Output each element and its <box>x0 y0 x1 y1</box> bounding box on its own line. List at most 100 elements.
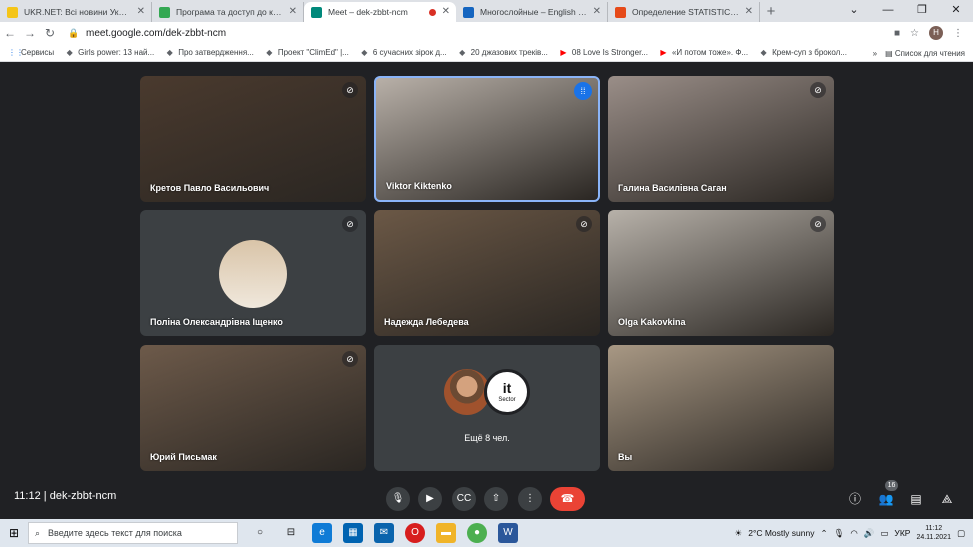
participant-name: Вы <box>618 452 633 462</box>
minimize-button[interactable]: — <box>871 0 905 22</box>
mic-muted-icon: ⊘ <box>342 351 358 367</box>
task-view-icon[interactable]: ⊟ <box>281 523 301 543</box>
participant-tile[interactable]: ⁞⁞ Viktor Kiktenko <box>374 76 600 202</box>
language-indicator[interactable]: УКР <box>894 528 910 538</box>
bookmark-item[interactable]: ◆ Girls power: 13 най... <box>65 48 155 57</box>
reading-list-button[interactable]: ▤ Список для чтения <box>885 49 965 58</box>
close-tab-icon[interactable]: ✕ <box>745 2 753 22</box>
file-explorer-icon[interactable]: ▬ <box>436 523 456 543</box>
more-options-button[interactable]: ⋮ <box>518 487 542 511</box>
avatar-logo-subtext: Sector <box>498 397 516 403</box>
captions-button[interactable]: CC <box>452 487 476 511</box>
people-icon: 👥 <box>878 492 894 506</box>
menu-kebab-icon[interactable]: ⋮ <box>953 28 963 39</box>
bookmark-item[interactable]: ◆ 6 сучасних зірок д... <box>360 48 446 57</box>
taskbar-date: 24.11.2021 <box>916 534 951 541</box>
browser-tab-strip: UKR.NET: Всі новини України, о ✕ Програма … <box>0 0 973 22</box>
url-field[interactable]: meet.google.com/dek-zbbt-ncm <box>86 28 894 39</box>
bookmark-item[interactable]: ▶ 08 Love Is Stronger... <box>559 48 648 57</box>
participants-button[interactable]: 👥 <box>876 489 896 509</box>
close-tab-icon[interactable]: ✕ <box>593 2 601 22</box>
close-window-button[interactable]: ✕ <box>939 0 973 22</box>
toolbar-actions: ■ ☆ Н ⋮ <box>894 26 973 40</box>
mail-icon[interactable]: ✉ <box>374 523 394 543</box>
reading-list-icon: ▤ <box>885 48 895 58</box>
present-screen-button[interactable]: ⇧ <box>484 487 508 511</box>
hangup-icon: ☎ <box>560 493 575 505</box>
bookmark-item[interactable]: ◆ Про затвердження... <box>165 48 254 57</box>
reload-button[interactable]: ↻ <box>40 26 60 40</box>
bookmark-item[interactable]: ◆ Крем-суп з брокол... <box>759 48 847 57</box>
participant-tile[interactable]: ⊘ Поліна Олександрівна Іщенко <box>140 210 366 336</box>
star-bookmark-icon[interactable]: ☆ <box>910 28 919 39</box>
tray-chevron-icon[interactable]: ⌃ <box>820 528 827 539</box>
browser-tab[interactable]: Определение STATISTIC в кемб ✕ <box>608 2 760 22</box>
info-icon: ⓘ <box>848 492 861 506</box>
bookmark-icon: ◆ <box>66 48 73 57</box>
activities-button[interactable]: ⟁ <box>937 489 957 509</box>
browser-tab[interactable]: Програма та доступ до конфер ✕ <box>152 2 304 22</box>
more-participants-tile[interactable]: it Sector Ещё 8 чел. <box>374 345 600 471</box>
chat-button[interactable]: ▤ <box>906 489 926 509</box>
store-icon[interactable]: ▦ <box>343 523 363 543</box>
close-tab-icon[interactable]: ✕ <box>442 2 450 22</box>
maximize-button[interactable]: ❐ <box>905 0 939 22</box>
participant-tile[interactable]: ⊘ Юрий Письмак <box>140 345 366 471</box>
reading-list-label: Список для чтения <box>894 48 965 58</box>
bookmark-label: Проект "ClimEd" |... <box>277 48 349 57</box>
camera-button[interactable]: ▶ <box>418 487 442 511</box>
close-tab-icon[interactable]: ✕ <box>137 2 145 22</box>
bookmark-item[interactable]: ⋮⋮ Сервисы <box>8 48 54 57</box>
lock-icon[interactable]: 🔒 <box>68 28 79 39</box>
meeting-code: dek-zbbt-ncm <box>49 490 117 502</box>
back-button[interactable]: ← <box>0 26 20 40</box>
tab-search-icon[interactable]: ⌄ <box>837 0 871 22</box>
bookmark-item[interactable]: ◆ 20 джазових треків... <box>458 48 548 57</box>
profile-avatar[interactable]: Н <box>929 26 943 40</box>
new-tab-button[interactable]: + <box>760 2 782 22</box>
cortana-icon[interactable]: ○ <box>250 523 270 543</box>
browser-tab[interactable]: Многослойные – English transla ✕ <box>456 2 608 22</box>
mic-tray-icon[interactable]: 🎙 <box>834 528 845 539</box>
participant-tile[interactable]: ⊘ Olga Kakovkina <box>608 210 834 336</box>
volume-icon[interactable]: 🔊 <box>864 528 875 539</box>
tab-favicon-icon <box>463 7 474 18</box>
taskbar-time: 11:12 <box>925 525 943 532</box>
weather-icon[interactable]: ☀ <box>735 528 743 539</box>
bookmarks-bar: ⋮⋮ Сервисы ◆ Girls power: 13 най... ◆ Про зат… <box>0 44 973 62</box>
word-icon[interactable]: W <box>498 523 518 543</box>
opera-icon[interactable]: O <box>405 523 425 543</box>
close-tab-icon[interactable]: ✕ <box>289 2 297 22</box>
start-button[interactable]: ⊞ <box>0 526 28 540</box>
microphone-button[interactable]: 🎙 <box>386 487 410 511</box>
taskbar-search[interactable]: ⌕ Введите здесь текст для поиска <box>28 522 238 544</box>
camera-indicator-icon[interactable]: ■ <box>894 28 900 39</box>
weather-text[interactable]: 2°C Mostly sunny <box>748 528 814 538</box>
participant-tile[interactable]: ⊘ Галина Василівна Саган <box>608 76 834 202</box>
participant-tile[interactable]: ⊘ Кретов Павло Васильович <box>140 76 366 202</box>
notifications-icon[interactable]: ▢ <box>957 528 965 539</box>
network-icon[interactable]: ◠ <box>850 528 857 539</box>
bookmarks-overflow-button[interactable]: » <box>873 49 877 58</box>
browser-tab[interactable]: UKR.NET: Всі новини України, о ✕ <box>0 2 152 22</box>
participant-tile[interactable]: Вы <box>608 345 834 471</box>
bookmark-label: 20 джазових треків... <box>470 48 548 57</box>
bookmark-icon: ◆ <box>166 48 173 57</box>
participant-tile[interactable]: ⊘ Надежда Лебедева <box>374 210 600 336</box>
battery-icon[interactable]: ▭ <box>880 528 888 539</box>
meeting-details-button[interactable]: ⓘ <box>845 489 865 509</box>
forward-button[interactable]: → <box>20 26 40 40</box>
chrome-icon[interactable]: ● <box>467 523 487 543</box>
bookmark-item[interactable]: ◆ Проект "ClimEd" |... <box>265 48 349 57</box>
tab-favicon-icon <box>615 7 626 18</box>
system-tray: ☀ 2°C Mostly sunny ⌃ 🎙 ◠ 🔊 ▭ УКР 11:12 2… <box>735 519 965 547</box>
mic-muted-icon: ⊘ <box>342 82 358 98</box>
edge-icon[interactable]: e <box>312 523 332 543</box>
bookmark-label: 08 Love Is Stronger... <box>571 48 648 57</box>
taskbar-clock[interactable]: 11:12 24.11.2021 <box>916 524 951 542</box>
apps-grid-icon: ⋮⋮ <box>8 48 24 57</box>
leave-call-button[interactable]: ☎ <box>550 487 585 511</box>
bookmark-item[interactable]: ▶ «И потом тоже». Ф... <box>659 48 748 57</box>
tab-list: UKR.NET: Всі новини України, о ✕ Програма … <box>0 0 760 22</box>
browser-tab[interactable]: Meet – dek-zbbt-ncm ✕ <box>304 2 456 22</box>
